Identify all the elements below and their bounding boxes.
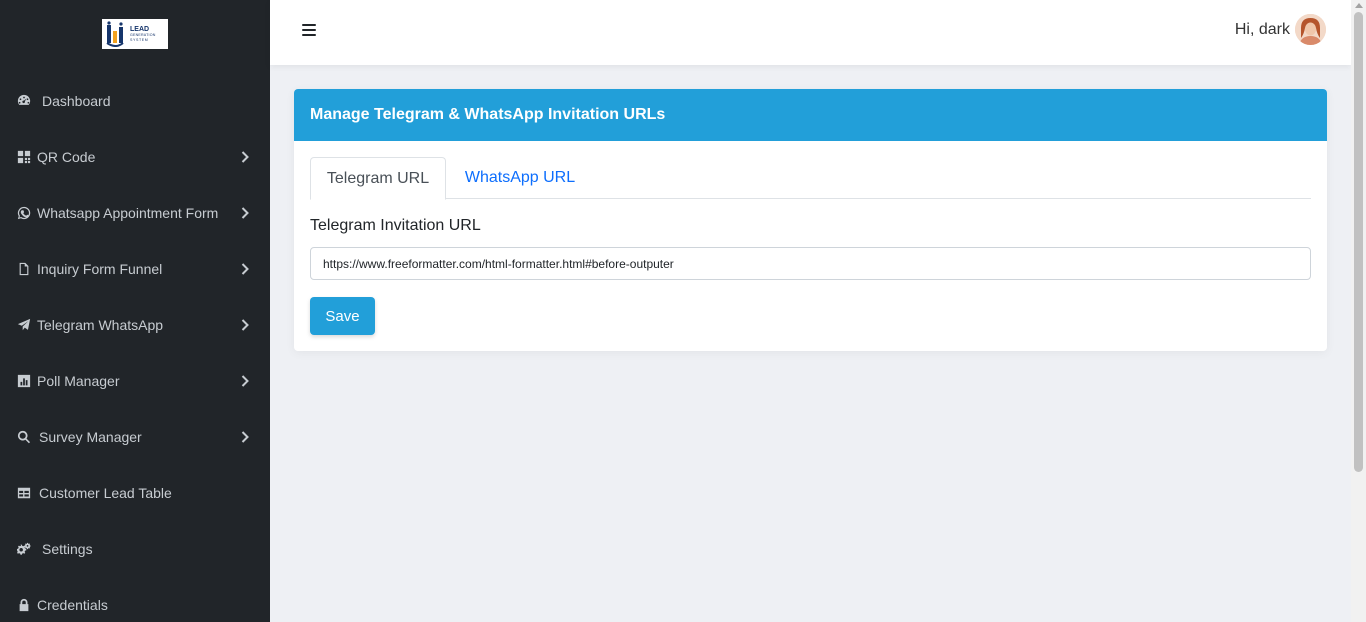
sidebar-item-label: QR Code	[37, 149, 96, 165]
logo-text-system: SYSTEM	[130, 37, 149, 42]
brand-logo[interactable]: LEAD GENERATION SYSTEM	[102, 19, 168, 49]
save-button[interactable]: Save	[310, 297, 375, 335]
scrollbar-thumb[interactable]	[1354, 12, 1363, 472]
page-scrollbar[interactable]	[1351, 0, 1366, 622]
scroll-up-arrow-icon[interactable]	[1355, 3, 1363, 8]
logo-text-lead: LEAD	[130, 25, 150, 33]
sidebar-item-customer-lead-table[interactable]: Customer Lead Table	[0, 473, 270, 513]
lock-icon	[16, 598, 31, 613]
qrcode-icon	[16, 150, 31, 165]
sidebar-item-label: Telegram WhatsApp	[37, 317, 164, 333]
sidebar-item-poll-manager[interactable]: Poll Manager	[0, 361, 270, 401]
file-icon	[16, 262, 31, 277]
sidebar-item-label: Survey Manager	[39, 429, 142, 445]
chevron-right-icon	[240, 317, 250, 333]
sidebar-item-dashboard[interactable]: Dashboard	[0, 81, 270, 121]
avatar[interactable]	[1295, 14, 1326, 45]
sidebar-item-telegram-whatsapp[interactable]: Telegram WhatsApp	[0, 305, 270, 345]
sidebar-item-label: Credentials	[37, 597, 108, 613]
logo-mark-icon	[105, 21, 127, 47]
sidebar-item-label: Customer Lead Table	[39, 485, 172, 501]
sidebar-item-label: Poll Manager	[37, 373, 120, 389]
tab-telegram-url[interactable]: Telegram URL	[310, 157, 446, 200]
bar-chart-icon	[16, 374, 31, 389]
sidebar-item-survey-manager[interactable]: Survey Manager	[0, 417, 270, 457]
sidebar-item-inquiry-form-funnel[interactable]: Inquiry Form Funnel	[0, 249, 270, 289]
telegram-url-label: Telegram Invitation URL	[310, 217, 481, 234]
sidebar-item-settings[interactable]: Settings	[0, 529, 270, 569]
url-tabs: Telegram URL WhatsApp URL	[310, 157, 1311, 200]
sidebar-item-label: Inquiry Form Funnel	[37, 261, 163, 277]
tab-whatsapp-url[interactable]: WhatsApp URL	[446, 157, 594, 199]
sidebar-item-qr-code[interactable]: QR Code	[0, 137, 270, 177]
invitation-urls-card: Manage Telegram & WhatsApp Invitation UR…	[294, 89, 1327, 351]
whatsapp-icon	[16, 206, 31, 221]
sidebar-item-label: Dashboard	[42, 93, 111, 109]
gauge-icon	[16, 94, 31, 109]
chevron-right-icon	[240, 429, 250, 445]
top-navbar: Hi, dark	[270, 0, 1351, 65]
card-header: Manage Telegram & WhatsApp Invitation UR…	[294, 89, 1327, 141]
chevron-right-icon	[240, 261, 250, 277]
telegram-url-input[interactable]	[310, 247, 1311, 280]
gears-icon	[16, 542, 31, 557]
logo-text-generation: GENERATION	[130, 32, 156, 37]
user-greeting: Hi, dark	[1234, 20, 1290, 38]
chevron-right-icon	[240, 149, 250, 165]
sidebar-item-whatsapp-appointment-form[interactable]: Whatsapp Appointment Form	[0, 193, 270, 233]
hamburger-icon[interactable]	[302, 23, 316, 37]
chevron-right-icon	[240, 373, 250, 389]
sidebar-item-label: Whatsapp Appointment Form	[37, 205, 219, 221]
user-menu[interactable]: Hi, dark	[1235, 14, 1326, 45]
card-title: Manage Telegram & WhatsApp Invitation UR…	[310, 106, 666, 123]
sidebar: LEAD GENERATION SYSTEM Dashboard QR Code…	[0, 0, 270, 622]
paper-plane-icon	[16, 318, 31, 333]
sidebar-item-credentials[interactable]: Credentials	[0, 585, 270, 622]
search-icon	[16, 430, 31, 445]
sidebar-item-label: Settings	[42, 541, 93, 557]
table-icon	[16, 486, 31, 501]
chevron-right-icon	[240, 205, 250, 221]
